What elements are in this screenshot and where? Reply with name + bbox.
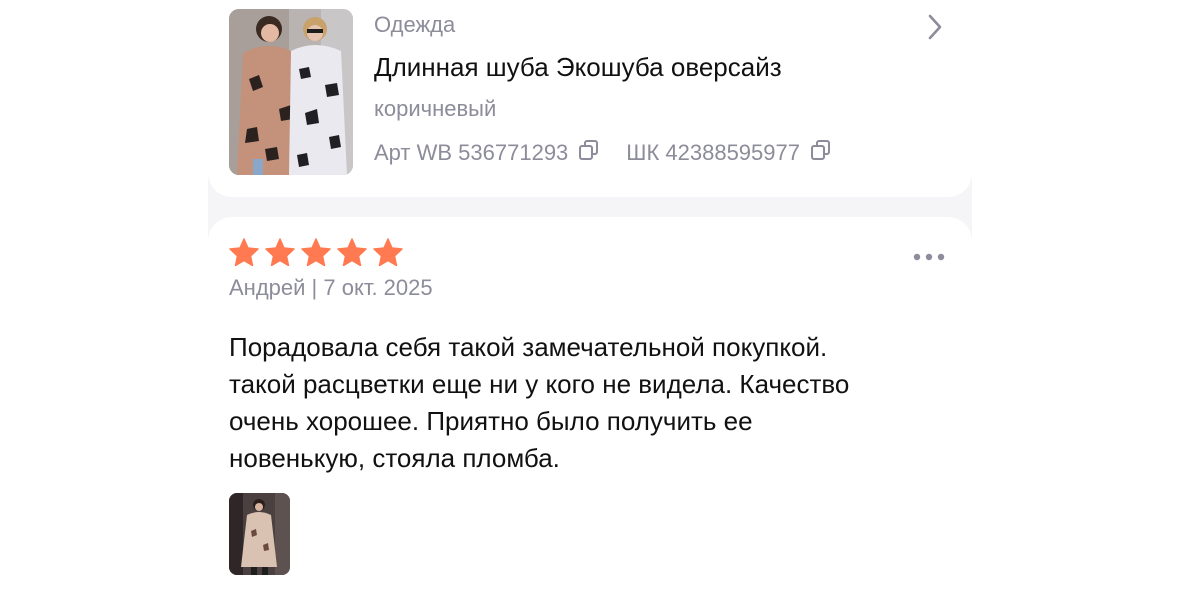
review-photo[interactable] [229,493,290,575]
product-color: коричневый [374,96,497,121]
review-card: Андрей | 7 окт. 2025 Порадовала себя так… [208,217,972,600]
product-ids: Арт WB 536771293 ШК 42388595977 [374,139,832,167]
copy-icon[interactable] [810,139,832,167]
star-icon [337,238,367,266]
review-author-date: Андрей | 7 окт. 2025 [229,275,433,300]
star-icon [229,238,259,266]
star-icon [373,238,403,266]
chevron-right-icon[interactable] [924,12,946,42]
review-text: Порадовала себя такой замечательной поку… [229,332,850,473]
more-dots-icon[interactable] [912,250,946,262]
rating-stars [229,238,403,266]
product-title[interactable]: Длинная шуба Экошуба оверсайз [374,52,782,83]
product-card[interactable]: Одежда Длинная шуба Экошуба оверсайз кор… [208,0,972,197]
product-category: Одежда [374,12,456,37]
barcode-number: ШК 42388595977 [626,140,800,165]
star-icon [301,238,331,266]
star-icon [265,238,295,266]
article-number: Арт WB 536771293 [374,140,569,165]
copy-icon[interactable] [578,139,600,167]
product-thumbnail[interactable] [229,9,353,175]
